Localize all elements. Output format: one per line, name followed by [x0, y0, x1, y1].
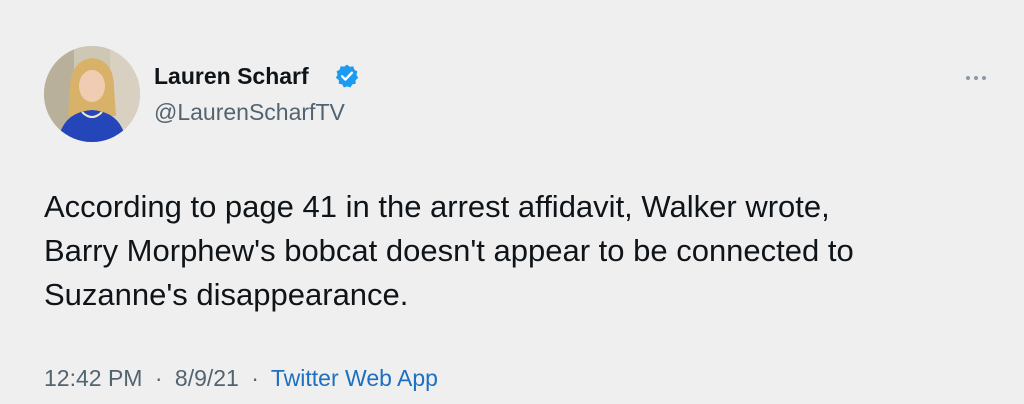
meta-separator: · [251, 365, 259, 391]
more-dot [974, 76, 978, 80]
meta-separator: · [154, 365, 163, 391]
author-handle[interactable]: @LaurenScharfTV [154, 98, 345, 126]
more-dot [966, 76, 970, 80]
more-dot [982, 76, 986, 80]
tweet-source-link[interactable]: Twitter Web App [271, 365, 438, 391]
tweet-text-line: Barry Morphew's bobcat doesn't appear to… [44, 233, 854, 268]
tweet-time[interactable]: 12:42 PM [44, 365, 142, 391]
verified-badge-icon [335, 64, 359, 88]
tweet-card: Lauren Scharf @LaurenScharfTV According … [0, 0, 1024, 404]
avatar[interactable] [44, 46, 140, 142]
tweet-date[interactable]: 8/9/21 [175, 365, 239, 391]
tweet-text: According to page 41 in the arrest affid… [44, 185, 1004, 317]
more-options-icon[interactable] [958, 66, 994, 90]
tweet-text-line: Suzanne's disappearance. [44, 277, 409, 312]
tweet-meta: 12:42 PM · 8/9/21 · Twitter Web App [44, 364, 438, 392]
tweet-text-line: According to page 41 in the arrest affid… [44, 189, 830, 224]
author-name[interactable]: Lauren Scharf [154, 62, 309, 90]
avatar-photo [44, 46, 140, 142]
